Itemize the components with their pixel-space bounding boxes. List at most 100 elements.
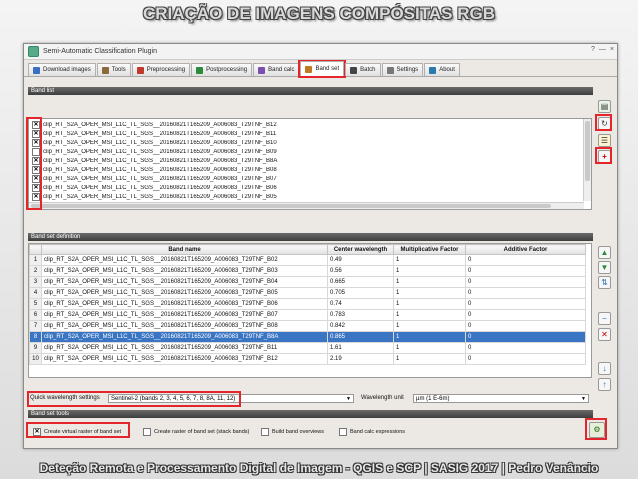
table-row[interactable]: 9 clip_RT_S2A_OPER_MSI_L1C_TL_SGS__201608… [29,342,586,354]
tab-postprocessing[interactable]: Postprocessing [191,63,253,76]
band-list-vscroll-thumb[interactable] [585,121,590,181]
cell-additive-factor[interactable]: 0 [465,342,586,354]
list-item[interactable]: clip_RT_S2A_OPER_MSI_L1C_TL_SGS__2016082… [29,147,403,156]
tool-option-build-band-overviews[interactable]: Build band overviews [258,428,324,436]
table-row[interactable]: 8 clip_RT_S2A_OPER_MSI_L1C_TL_SGS__201608… [29,331,586,343]
close-button[interactable]: × [610,46,614,53]
column-header-band-name[interactable]: Band name [41,244,328,255]
list-item[interactable]: ✕ clip_RT_S2A_OPER_MSI_L1C_TL_SGS__201608… [29,120,403,129]
cell-additive-factor[interactable]: 0 [465,276,586,288]
cell-band-name[interactable]: clip_RT_S2A_OPER_MSI_L1C_TL_SGS__2016082… [41,309,328,321]
cell-additive-factor[interactable]: 0 [465,353,586,365]
table-row[interactable]: 1 clip_RT_S2A_OPER_MSI_L1C_TL_SGS__201608… [29,254,586,266]
cell-band-name[interactable]: clip_RT_S2A_OPER_MSI_L1C_TL_SGS__2016082… [41,265,328,277]
tool-option-band-calc-expressions[interactable]: Band calc expressions [336,428,405,436]
cell-band-name[interactable]: clip_RT_S2A_OPER_MSI_L1C_TL_SGS__2016082… [41,298,328,310]
tab-band-set[interactable]: Band set [298,59,347,78]
cell-center-wavelength[interactable]: 1.61 [327,342,394,354]
cell-center-wavelength[interactable]: 0.705 [327,287,394,299]
cell-multiplicative-factor[interactable]: 1 [393,353,466,365]
cell-band-name[interactable]: clip_RT_S2A_OPER_MSI_L1C_TL_SGS__2016082… [41,254,328,266]
column-header-multiplicative-factor[interactable]: Multiplicative Factor [393,244,466,255]
cell-multiplicative-factor[interactable]: 1 [393,320,466,332]
sort-icon[interactable]: ⇅ [598,276,611,289]
tab-tools[interactable]: Tools [96,63,131,76]
cell-band-name[interactable]: clip_RT_S2A_OPER_MSI_L1C_TL_SGS__2016082… [41,342,328,354]
export-icon[interactable]: ↑ [598,378,611,391]
tab-icon [429,66,437,74]
tool-option-create-raster-of-band-set-stack-bands[interactable]: Create raster of band set (stack bands) [140,428,249,436]
cell-band-name[interactable]: clip_RT_S2A_OPER_MSI_L1C_TL_SGS__2016082… [41,287,328,299]
clear-icon[interactable]: ✕ [598,328,611,341]
cell-multiplicative-factor[interactable]: 1 [393,342,466,354]
cell-center-wavelength[interactable]: 0.56 [327,265,394,277]
help-button[interactable]: ? [591,46,595,53]
cell-multiplicative-factor[interactable]: 1 [393,276,466,288]
cell-additive-factor[interactable]: 0 [465,265,586,277]
band-name: clip_RT_S2A_OPER_MSI_L1C_TL_SGS__2016082… [43,184,277,191]
move-up-icon[interactable]: ▲ [598,246,611,259]
table-row[interactable]: 2 clip_RT_S2A_OPER_MSI_L1C_TL_SGS__201608… [29,265,586,277]
cell-center-wavelength[interactable]: 0.842 [327,320,394,332]
table-row[interactable]: 6 clip_RT_S2A_OPER_MSI_L1C_TL_SGS__201608… [29,309,586,321]
tab-settings[interactable]: Settings [381,63,424,76]
tool-checkbox[interactable] [143,428,151,436]
cell-center-wavelength[interactable]: 0.865 [327,331,394,343]
cell-additive-factor[interactable]: 0 [465,254,586,266]
list-item[interactable]: ✕ clip_RT_S2A_OPER_MSI_L1C_TL_SGS__201608… [29,156,403,165]
cell-multiplicative-factor[interactable]: 1 [393,254,466,266]
cell-center-wavelength[interactable]: 0.665 [327,276,394,288]
table-row[interactable]: 7 clip_RT_S2A_OPER_MSI_L1C_TL_SGS__201608… [29,320,586,332]
cell-multiplicative-factor[interactable]: 1 [393,265,466,277]
tool-checkbox[interactable] [261,428,269,436]
remove-band-icon[interactable]: − [598,312,611,325]
cell-additive-factor[interactable]: 0 [465,298,586,310]
minimize-button[interactable]: — [599,46,606,53]
list-item[interactable]: ✕ clip_RT_S2A_OPER_MSI_L1C_TL_SGS__201608… [29,183,403,192]
cell-band-name[interactable]: clip_RT_S2A_OPER_MSI_L1C_TL_SGS__2016082… [41,331,328,343]
import-icon[interactable]: ↓ [598,362,611,375]
table-row[interactable]: 5 clip_RT_S2A_OPER_MSI_L1C_TL_SGS__201608… [29,298,586,310]
table-row[interactable]: 3 clip_RT_S2A_OPER_MSI_L1C_TL_SGS__201608… [29,276,586,288]
run-highlight [585,418,607,440]
cell-additive-factor[interactable]: 0 [465,309,586,321]
cell-band-name[interactable]: clip_RT_S2A_OPER_MSI_L1C_TL_SGS__2016082… [41,320,328,332]
cell-band-name[interactable]: clip_RT_S2A_OPER_MSI_L1C_TL_SGS__2016082… [41,353,328,365]
cell-multiplicative-factor[interactable]: 1 [393,298,466,310]
cell-multiplicative-factor[interactable]: 1 [393,287,466,299]
column-header-center-wavelength[interactable]: Center wavelength [327,244,394,255]
tool-checkbox[interactable] [339,428,347,436]
tab-icon [136,66,144,74]
table-row[interactable]: 4 clip_RT_S2A_OPER_MSI_L1C_TL_SGS__201608… [29,287,586,299]
list-item[interactable]: ✕ clip_RT_S2A_OPER_MSI_L1C_TL_SGS__201608… [29,138,403,147]
tab-download-images[interactable]: Download images [28,63,96,76]
tab-batch[interactable]: Batch [345,63,381,76]
cell-multiplicative-factor[interactable]: 1 [393,331,466,343]
cell-band-name[interactable]: clip_RT_S2A_OPER_MSI_L1C_TL_SGS__2016082… [41,276,328,288]
cell-additive-factor[interactable]: 0 [465,287,586,299]
tab-band-calc[interactable]: Band calc [253,63,300,76]
band-list-hscroll-thumb[interactable] [31,204,551,208]
move-down-icon[interactable]: ▼ [598,261,611,274]
tab-preprocessing[interactable]: Preprocessing [131,63,191,76]
list-item[interactable]: ✕ clip_RT_S2A_OPER_MSI_L1C_TL_SGS__201608… [29,174,403,183]
band-list-vscrollbar[interactable] [583,119,591,201]
cell-center-wavelength[interactable]: 0.783 [327,309,394,321]
cell-center-wavelength[interactable]: 0.74 [327,298,394,310]
list-item[interactable]: ✕ clip_RT_S2A_OPER_MSI_L1C_TL_SGS__201608… [29,192,403,201]
list-item[interactable]: ✕ clip_RT_S2A_OPER_MSI_L1C_TL_SGS__201608… [29,129,403,138]
cell-center-wavelength[interactable]: 0.49 [327,254,394,266]
band-set-tools-header: Band set tools [28,410,593,418]
tab-about[interactable]: About [424,63,460,76]
cell-multiplicative-factor[interactable]: 1 [393,309,466,321]
cell-center-wavelength[interactable]: 2.19 [327,353,394,365]
add-layer-icon[interactable]: ▤ [598,100,611,113]
band-list-hscrollbar[interactable] [29,202,584,209]
wavelength-unit-select[interactable]: µm (1 E-6m) ▼ [413,394,589,403]
cell-additive-factor[interactable]: 0 [465,320,586,332]
table-row[interactable]: 10 clip_RT_S2A_OPER_MSI_L1C_TL_SGS__20160… [29,353,586,365]
select-all-icon[interactable]: ☰ [598,134,611,147]
cell-additive-factor[interactable]: 0 [465,331,586,343]
list-item[interactable]: ✕ clip_RT_S2A_OPER_MSI_L1C_TL_SGS__201608… [29,165,403,174]
column-header-additive-factor[interactable]: Additive Factor [465,244,586,255]
